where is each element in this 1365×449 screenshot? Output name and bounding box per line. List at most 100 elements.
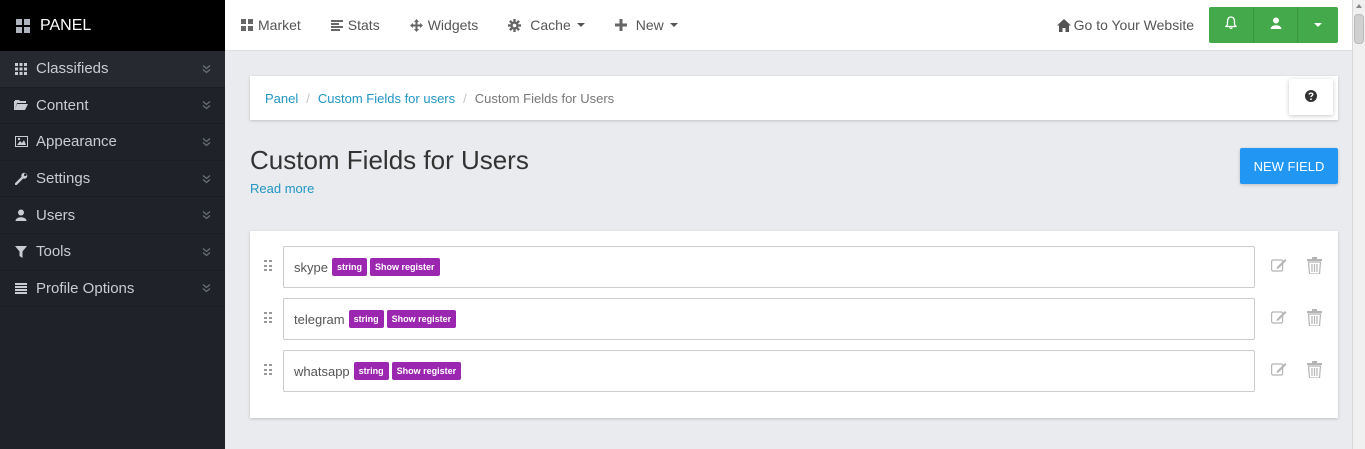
sidebar-item-classifieds[interactable]: Classifieds xyxy=(0,51,225,88)
field-name: telegram xyxy=(294,311,345,327)
sidebar-item-content[interactable]: Content xyxy=(0,88,225,125)
sidebar-nav: Classifieds Content Appearance Settings xyxy=(0,51,225,308)
breadcrumb-separator: / xyxy=(463,90,467,106)
edit-icon[interactable] xyxy=(1271,310,1287,329)
chevron-down-icon xyxy=(202,133,211,150)
nav-widgets[interactable]: Widgets xyxy=(395,0,494,51)
field-box: telegram string Show register xyxy=(283,298,1255,340)
nav-cache-dropdown[interactable]: Cache xyxy=(493,0,599,51)
chevron-down-icon xyxy=(202,170,211,187)
wrench-icon xyxy=(14,172,28,186)
user-icon xyxy=(14,208,28,222)
grid-icon xyxy=(16,18,30,33)
breadcrumb: Panel / Custom Fields for users / Custom… xyxy=(250,76,1338,120)
nav-widgets-label: Widgets xyxy=(427,17,479,33)
nav-market-label: Market xyxy=(258,17,301,33)
caret-down-icon xyxy=(576,23,585,27)
drag-handle-icon[interactable] xyxy=(264,312,272,324)
cubes-icon xyxy=(241,19,253,31)
sidebar-item-label: Tools xyxy=(36,243,72,261)
field-box: skype string Show register xyxy=(283,246,1255,288)
question-circle-icon xyxy=(1305,89,1317,105)
drag-handle-icon[interactable] xyxy=(264,364,272,376)
go-to-website-link[interactable]: Go to Your Website xyxy=(1056,17,1194,33)
move-icon xyxy=(409,18,423,32)
user-menu-dropdown-button[interactable] xyxy=(1298,7,1338,43)
chevron-down-icon xyxy=(202,207,211,224)
show-register-badge: Show register xyxy=(391,362,462,380)
caret-down-icon xyxy=(669,23,678,27)
brand[interactable]: PANEL xyxy=(0,0,225,51)
chevron-down-icon xyxy=(202,97,211,114)
drag-handle-icon[interactable] xyxy=(264,260,272,272)
sidebar-item-label: Profile Options xyxy=(36,279,135,297)
sidebar-item-label: Appearance xyxy=(36,133,117,151)
field-name: skype xyxy=(294,259,328,275)
read-more-link[interactable]: Read more xyxy=(250,181,314,196)
breadcrumb-panel[interactable]: Panel xyxy=(265,91,298,106)
chevron-down-icon xyxy=(202,243,211,260)
breadcrumb-separator: / xyxy=(306,90,310,106)
field-box: whatsapp string Show register xyxy=(283,350,1255,392)
nav-new-label: New xyxy=(635,17,664,33)
list-icon xyxy=(14,281,28,295)
trash-icon[interactable] xyxy=(1307,309,1322,331)
notifications-button[interactable] xyxy=(1209,7,1254,43)
custom-fields-list: skype string Show register telegram stri… xyxy=(250,231,1338,418)
filter-icon xyxy=(14,245,28,259)
top-right-actions: Go to Your Website xyxy=(1056,0,1352,51)
folder-open-icon xyxy=(14,98,28,112)
nav-stats[interactable]: Stats xyxy=(316,0,395,51)
edit-icon[interactable] xyxy=(1271,258,1287,277)
trash-icon[interactable] xyxy=(1307,361,1322,383)
top-navbar: Market Stats Widgets Cache New Go to You… xyxy=(225,0,1352,51)
align-left-icon xyxy=(330,19,343,31)
list-item: skype string Show register xyxy=(250,246,1338,288)
field-type-badge: string xyxy=(353,362,389,380)
trash-icon[interactable] xyxy=(1307,257,1322,279)
go-to-website-label: Go to Your Website xyxy=(1073,17,1194,33)
cog-icon xyxy=(508,18,522,32)
list-item: telegram string Show register xyxy=(250,298,1338,340)
sidebar: PANEL Classifieds Content Appearance Set… xyxy=(0,0,225,449)
nav-stats-label: Stats xyxy=(347,17,380,33)
user-actions-group xyxy=(1209,7,1338,43)
show-register-badge: Show register xyxy=(369,258,440,276)
nav-new-dropdown[interactable]: New xyxy=(600,0,693,51)
sidebar-item-users[interactable]: Users xyxy=(0,197,225,234)
home-icon xyxy=(1056,18,1071,32)
caret-down-icon xyxy=(1314,23,1322,27)
chevron-down-icon xyxy=(202,60,211,77)
brand-label: PANEL xyxy=(40,16,92,34)
sidebar-item-profile-options[interactable]: Profile Options xyxy=(0,271,225,308)
picture-icon xyxy=(14,135,28,149)
plus-icon xyxy=(614,19,627,31)
user-profile-button[interactable] xyxy=(1254,7,1298,43)
sidebar-item-label: Content xyxy=(36,96,89,114)
sidebar-item-label: Users xyxy=(36,206,76,224)
help-button[interactable] xyxy=(1289,79,1333,115)
sidebar-item-label: Classifieds xyxy=(36,60,109,78)
edit-icon[interactable] xyxy=(1271,362,1287,381)
sidebar-item-tools[interactable]: Tools xyxy=(0,234,225,271)
field-type-badge: string xyxy=(348,310,384,328)
window-scrollbar[interactable] xyxy=(1352,0,1365,449)
nav-cache-label: Cache xyxy=(530,17,571,33)
th-icon xyxy=(14,62,28,76)
scroll-thumb[interactable] xyxy=(1354,14,1364,44)
show-register-badge: Show register xyxy=(386,310,457,328)
sidebar-item-appearance[interactable]: Appearance xyxy=(0,124,225,161)
nav-market[interactable]: Market xyxy=(225,0,316,51)
user-icon xyxy=(1270,16,1282,34)
bell-icon xyxy=(1224,16,1238,34)
page-title: Custom Fields for Users xyxy=(250,145,529,175)
breadcrumb-custom-fields[interactable]: Custom Fields for users xyxy=(318,91,455,106)
field-type-badge: string xyxy=(331,258,367,276)
list-item: whatsapp string Show register xyxy=(250,350,1338,392)
sidebar-item-settings[interactable]: Settings xyxy=(0,161,225,198)
new-field-button[interactable]: NEW FIELD xyxy=(1240,148,1338,184)
scroll-up-arrow-icon[interactable] xyxy=(1355,2,1363,10)
chevron-down-icon xyxy=(202,280,211,297)
field-name: whatsapp xyxy=(294,363,350,379)
sidebar-item-label: Settings xyxy=(36,170,91,188)
